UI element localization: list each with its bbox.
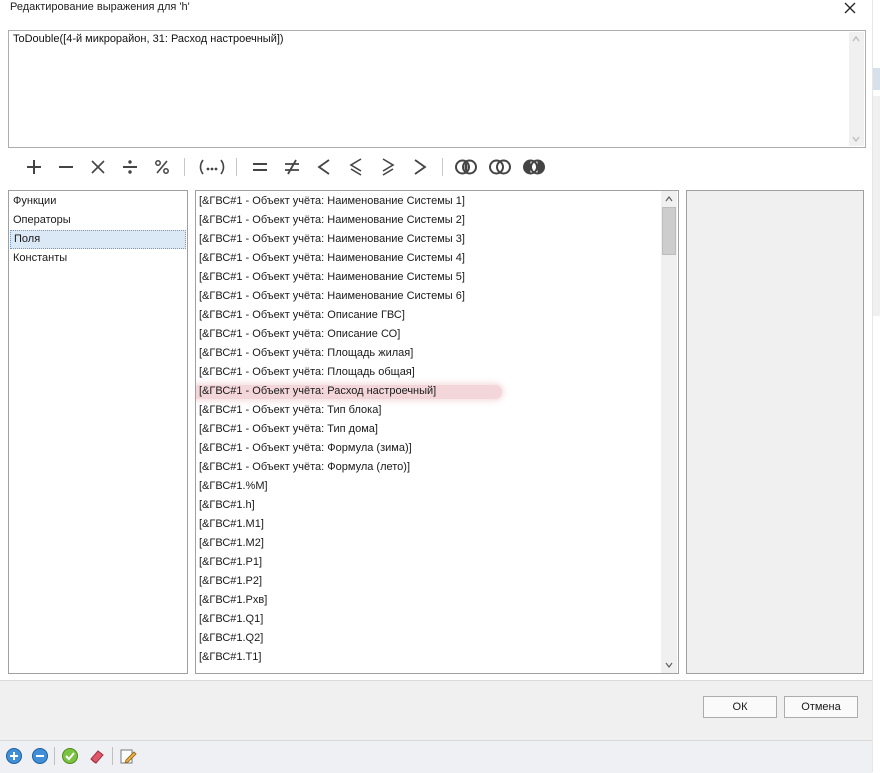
expression-editor[interactable]: ToDouble([4-й микрорайон, 31: Расход нас…: [8, 30, 866, 148]
percent-button[interactable]: [148, 152, 176, 182]
category-operators[interactable]: Операторы: [10, 211, 186, 230]
list-item[interactable]: [&ГВС#1 - Объект учёта: Площадь жилая]: [199, 344, 413, 363]
scroll-up-icon[interactable]: [662, 192, 676, 206]
toolbar-separator: [54, 747, 55, 765]
description-pane: [686, 190, 864, 674]
list-item[interactable]: [&ГВС#1 - Объект учёта: Наименование Сис…: [199, 249, 465, 268]
window-edge-shadow: [873, 96, 880, 316]
list-item[interactable]: [&ГВС#1 - Объект учёта: Описание ГВС]: [199, 306, 405, 325]
title-bar: Редактирование выражения для 'h': [0, 0, 880, 22]
toolbar-separator: [236, 158, 237, 176]
list-item[interactable]: [&ГВС#1 - Объект учёта: Формула (зима)]: [199, 439, 412, 458]
expression-scrollbar[interactable]: [849, 32, 864, 146]
category-functions[interactable]: Функции: [10, 192, 186, 211]
plus-button[interactable]: [20, 152, 48, 182]
list-item[interactable]: [&ГВС#1.M2]: [199, 534, 264, 553]
scroll-up-icon[interactable]: [849, 32, 863, 46]
scroll-down-icon[interactable]: [849, 132, 863, 146]
close-icon: [844, 2, 856, 14]
category-list: Функции Операторы Поля Константы: [8, 190, 188, 674]
scroll-down-icon[interactable]: [662, 658, 676, 672]
plus-icon: [27, 160, 41, 174]
divide-icon: [123, 160, 137, 174]
minus-icon: [59, 166, 73, 168]
list-item[interactable]: [&ГВС#1.P1]: [199, 553, 262, 572]
close-button[interactable]: [838, 0, 862, 18]
list-item-highlighted[interactable]: [&ГВС#1 - Объект учёта: Расход настроечн…: [199, 382, 436, 401]
percent-icon: [155, 160, 169, 174]
greater-than-icon: [414, 159, 427, 175]
list-item[interactable]: [&ГВС#1 - Объект учёта: Наименование Сис…: [199, 268, 465, 287]
divide-button[interactable]: [116, 152, 144, 182]
greater-or-equal-icon: [382, 158, 395, 176]
add-icon[interactable]: [5, 747, 23, 765]
toolbar-separator: [184, 158, 185, 176]
list-item[interactable]: [&ГВС#1 - Объект учёта: Наименование Сис…: [199, 192, 465, 211]
multiply-button[interactable]: [84, 152, 112, 182]
or-icon: [489, 159, 511, 175]
not-equal-button[interactable]: [278, 152, 306, 182]
list-item[interactable]: [&ГВС#1 - Объект учёта: Формула (лето)]: [199, 458, 410, 477]
toolbar-separator: [112, 747, 113, 765]
equals-button[interactable]: [246, 152, 274, 182]
edit-icon[interactable]: [119, 747, 137, 765]
toolbar-separator: [442, 158, 443, 176]
parentheses-button[interactable]: [194, 152, 230, 182]
less-than-icon: [317, 159, 330, 175]
list-item[interactable]: [&ГВС#1 - Объект учёта: Описание СО]: [199, 325, 400, 344]
list-item[interactable]: [&ГВС#1.Q1]: [199, 610, 263, 629]
fields-list: [&ГВС#1 - Объект учёта: Наименование Сис…: [195, 190, 679, 674]
list-item[interactable]: [&ГВС#1 - Объект учёта: Площадь общая]: [199, 363, 415, 382]
list-item[interactable]: [&ГВС#1 - Объект учёта: Тип блока]: [199, 401, 381, 420]
less-than-button[interactable]: [310, 152, 338, 182]
list-item[interactable]: [&ГВС#1 - Объект учёта: Наименование Сис…: [199, 287, 465, 306]
window-title: Редактирование выражения для 'h': [10, 1, 190, 13]
cancel-button[interactable]: Отмена: [784, 696, 858, 718]
multiply-icon: [91, 160, 105, 174]
not-equal-icon: [285, 159, 299, 175]
not-icon: [523, 159, 545, 175]
minus-button[interactable]: [52, 152, 80, 182]
ok-button[interactable]: ОК: [703, 696, 777, 718]
scroll-thumb[interactable]: [662, 207, 676, 255]
or-button[interactable]: [486, 152, 514, 182]
list-item[interactable]: [&ГВС#1.M1]: [199, 515, 264, 534]
list-item[interactable]: [&ГВС#1.Pхв]: [199, 591, 267, 610]
eraser-icon[interactable]: [88, 747, 106, 765]
greater-than-button[interactable]: [406, 152, 434, 182]
equals-icon: [253, 163, 267, 171]
greater-or-equal-button[interactable]: [374, 152, 402, 182]
and-button[interactable]: [452, 152, 480, 182]
not-button[interactable]: [520, 152, 548, 182]
list-item[interactable]: [&ГВС#1.T1]: [199, 648, 261, 667]
less-or-equal-button[interactable]: [342, 152, 370, 182]
list-item[interactable]: [&ГВС#1 - Объект учёта: Наименование Сис…: [199, 211, 465, 230]
expression-text: ToDouble([4-й микрорайон, 31: Расход нас…: [13, 33, 284, 45]
check-icon[interactable]: [61, 747, 79, 765]
list-item[interactable]: [&ГВС#1.%M]: [199, 477, 268, 496]
category-fields[interactable]: Поля: [10, 230, 186, 249]
category-constants[interactable]: Константы: [10, 249, 186, 268]
list-item[interactable]: [&ГВС#1.h]: [199, 496, 255, 515]
parentheses-icon: [199, 159, 225, 175]
list-item[interactable]: [&ГВС#1.Q2]: [199, 629, 263, 648]
list-item[interactable]: [&ГВС#1 - Объект учёта: Наименование Сис…: [199, 230, 465, 249]
fields-scrollbar[interactable]: [661, 191, 677, 673]
window-edge-accent: [873, 68, 880, 90]
list-item[interactable]: [&ГВС#1.P2]: [199, 572, 262, 591]
less-or-equal-icon: [349, 158, 362, 176]
list-item[interactable]: [&ГВС#1 - Объект учёта: Тип дома]: [199, 420, 378, 439]
remove-icon[interactable]: [31, 747, 49, 765]
operator-toolbar: [18, 152, 558, 182]
and-icon: [455, 159, 477, 175]
